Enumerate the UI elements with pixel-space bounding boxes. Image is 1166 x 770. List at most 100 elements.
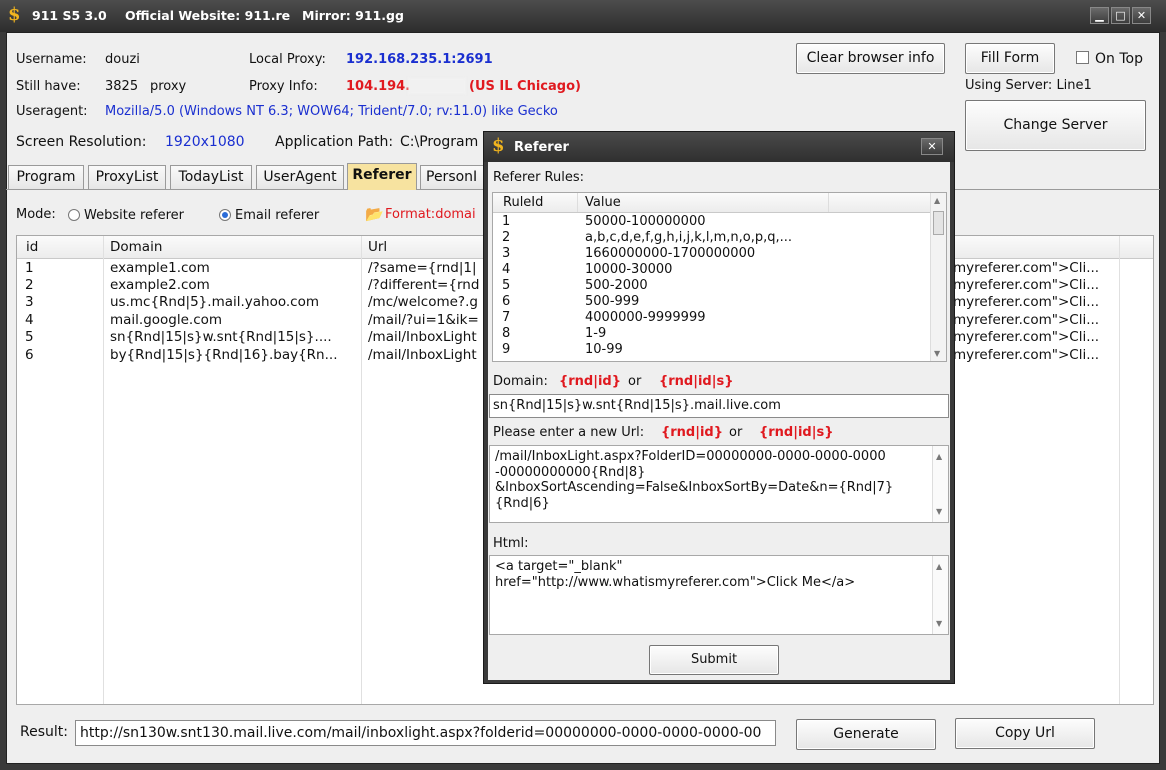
domain-input[interactable]: sn{Rnd|15|s}w.snt{Rnd|15|s}.mail.live.co…: [489, 394, 949, 418]
generate-button[interactable]: Generate: [796, 719, 936, 750]
rule-value: 4000000-9999999: [585, 310, 706, 325]
website-referer-label: Website referer: [84, 208, 184, 223]
rule-id: 1: [502, 214, 511, 229]
column-header-domain[interactable]: Domain: [110, 239, 162, 255]
app-logo-icon: $: [8, 4, 21, 25]
tab-program[interactable]: Program: [8, 165, 84, 189]
scroll-thumb[interactable]: [933, 211, 944, 235]
redacted-ip-block: [408, 78, 466, 94]
rule-value: 500-999: [585, 294, 640, 309]
column-header-id[interactable]: id: [26, 239, 38, 255]
resolution-value: 1920x1080: [165, 134, 245, 150]
useragent-label: Useragent:: [16, 104, 88, 119]
scroll-up-icon[interactable]: ▲: [936, 559, 942, 575]
rule-value: 10-99: [585, 342, 623, 357]
scroll-up-icon[interactable]: ▲: [936, 449, 942, 465]
scroll-down-icon[interactable]: ▼: [936, 504, 942, 520]
username-label: Username:: [16, 52, 87, 67]
scroll-down-icon[interactable]: ▼: [936, 616, 942, 632]
dialog-title: Referer: [514, 140, 569, 155]
tab-useragent[interactable]: UserAgent: [256, 165, 344, 189]
cell-url: /mail/InboxLight: [368, 329, 477, 345]
rule-id: 2: [502, 230, 511, 245]
cell-domain: mail.google.com: [110, 312, 223, 328]
email-referer-radio[interactable]: [219, 209, 231, 221]
website-label: Official Website: 911.re: [125, 8, 291, 23]
cell-url: /mail/InboxLight: [368, 347, 477, 363]
submit-button[interactable]: Submit: [649, 645, 779, 675]
fill-form-button[interactable]: Fill Form: [965, 43, 1055, 74]
url-line: /mail/InboxLight.aspx?FolderID=00000000-…: [495, 449, 886, 464]
url-scrollbar[interactable]: ▲ ▼: [932, 446, 948, 522]
rules-scrollbar[interactable]: ▲ ▼: [930, 193, 946, 361]
column-header-url[interactable]: Url: [368, 239, 387, 255]
title-bar: $ 911 S5 3.0 Official Website: 911.re Mi…: [0, 0, 1166, 32]
cell-domain: example1.com: [110, 260, 210, 276]
rules-header-ruleid[interactable]: RuleId: [503, 195, 543, 210]
clear-browser-info-button[interactable]: Clear browser info: [796, 43, 945, 74]
cell-domain: example2.com: [110, 277, 210, 293]
minimize-button[interactable]: ▁: [1090, 7, 1109, 24]
website-referer-radio[interactable]: [68, 209, 80, 221]
stillhave-label: Still have:: [16, 79, 81, 94]
folder-icon: 📂: [365, 205, 384, 223]
html-textarea[interactable]: <a target="_blank" href="http://www.what…: [489, 555, 949, 635]
tab-proxylist[interactable]: ProxyList: [88, 165, 166, 189]
rule-value: 50000-100000000: [585, 214, 706, 229]
html-scrollbar[interactable]: ▲ ▼: [932, 556, 948, 634]
copy-url-button[interactable]: Copy Url: [955, 718, 1095, 749]
url-line: {Rnd|6}: [495, 495, 550, 511]
on-top-label: On Top: [1095, 51, 1143, 67]
cell-domain: us.mc{Rnd|5}.mail.yahoo.com: [110, 294, 320, 310]
stillhave-value: 3825: [105, 79, 139, 94]
cell-id: 6: [25, 347, 34, 363]
url-textarea[interactable]: /mail/InboxLight.aspx?FolderID=00000000-…: [489, 445, 949, 523]
dialog-logo-icon: $: [492, 135, 505, 156]
url-label: Please enter a new Url:: [493, 425, 645, 440]
domain-token-ids: {rnd|id|s}: [659, 374, 734, 389]
dialog-body: Referer Rules: RuleId Value 1 50000-10000…: [488, 162, 950, 680]
rule-id: 6: [502, 294, 511, 309]
url-token-id: {rnd|id}: [661, 425, 723, 440]
mirror-label: Mirror: 911.gg: [302, 8, 404, 23]
localproxy-label: Local Proxy:: [249, 52, 326, 67]
rule-id: 4: [502, 262, 511, 277]
rule-id: 8: [502, 326, 511, 341]
referer-rules-label: Referer Rules:: [493, 170, 585, 185]
cell-id: 1: [25, 260, 34, 276]
cell-url: /?same={rnd|1|: [368, 260, 477, 276]
cell-html: myreferer.com">Cli...: [953, 260, 1100, 276]
app-title: 911 S5 3.0: [32, 8, 107, 23]
rule-value: 500-2000: [585, 278, 648, 293]
scroll-down-icon[interactable]: ▼: [934, 349, 940, 358]
url-line: &InboxSortAscending=False&InboxSortBy=Da…: [495, 480, 894, 495]
tab-personinfo[interactable]: PersonI: [420, 165, 490, 189]
domain-or: or: [628, 374, 642, 389]
rule-value: 10000-30000: [585, 262, 673, 277]
using-server-label: Using Server: Line1: [965, 78, 1092, 93]
cell-id: 4: [25, 312, 34, 328]
cell-html: myreferer.com">Cli...: [953, 347, 1100, 363]
close-button[interactable]: ✕: [1132, 7, 1151, 24]
scroll-up-icon[interactable]: ▲: [934, 196, 940, 205]
url-line: -00000000000{Rnd|8}: [495, 464, 646, 480]
localproxy-value: 192.168.235.1:2691: [346, 52, 493, 67]
cell-html: myreferer.com">Cli...: [953, 294, 1100, 310]
tab-todaylist[interactable]: TodayList: [170, 165, 252, 189]
result-label: Result:: [20, 724, 68, 740]
domain-token-id: {rnd|id}: [559, 374, 621, 389]
dialog-close-button[interactable]: ✕: [921, 138, 943, 155]
html-label: Html:: [493, 536, 529, 551]
change-server-button[interactable]: Change Server: [965, 100, 1146, 151]
rule-value: a,b,c,d,e,f,g,h,i,j,k,l,m,n,o,p,q,...: [585, 230, 793, 245]
rule-id: 9: [502, 342, 511, 357]
maximize-button[interactable]: □: [1111, 7, 1130, 24]
cell-id: 2: [25, 277, 34, 293]
cell-html: myreferer.com">Cli...: [953, 277, 1100, 293]
result-url-field[interactable]: http://sn130w.snt130.mail.live.com/mail/…: [75, 720, 776, 746]
useragent-value: Mozilla/5.0 (Windows NT 6.3; WOW64; Trid…: [105, 104, 558, 119]
tab-referer[interactable]: Referer: [347, 163, 417, 190]
rules-header-value[interactable]: Value: [585, 195, 621, 210]
on-top-checkbox[interactable]: [1076, 51, 1089, 64]
url-or: or: [729, 425, 743, 440]
